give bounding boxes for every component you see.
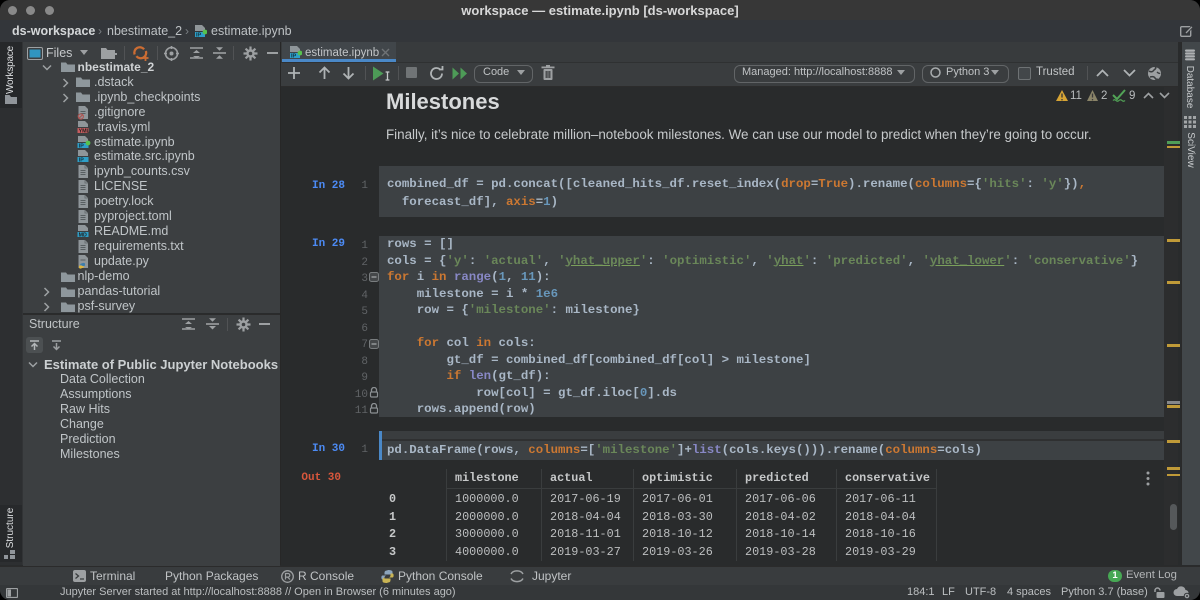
svg-text:IP: IP [79,158,84,164]
svg-text:MD: MD [79,233,87,239]
svg-text:IP: IP [291,54,297,60]
svg-text:YML: YML [79,128,91,134]
svg-text:IP: IP [196,33,202,39]
